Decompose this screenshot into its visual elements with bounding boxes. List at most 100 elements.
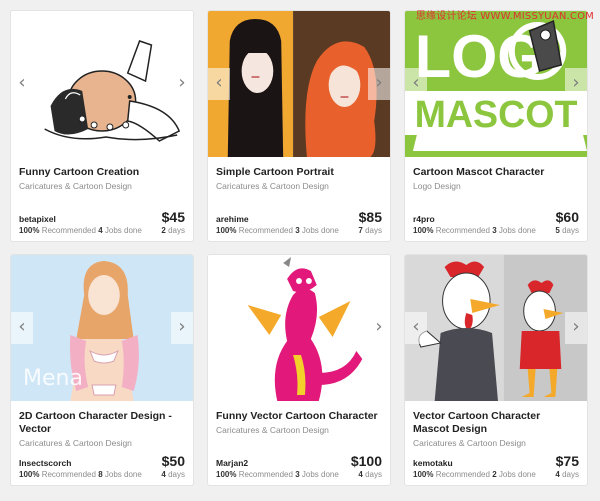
- gig-price: $50: [161, 453, 185, 469]
- seller-name[interactable]: betapixel: [19, 214, 56, 224]
- gig-card[interactable]: ‹ › Simple Cartoon Portrait Caricatures …: [207, 10, 391, 242]
- jobs-count: 2: [492, 470, 497, 479]
- rooster-mascot-illustration: [405, 255, 587, 401]
- gig-card[interactable]: › Funny Vector Cartoon Character Caricat…: [207, 254, 391, 486]
- seller-name[interactable]: arehime: [216, 214, 249, 224]
- watermark-name-text: Mena: [23, 366, 83, 391]
- gig-thumbnail[interactable]: LOG MASCOT ‹ ›: [405, 11, 587, 157]
- carousel-next-icon[interactable]: ›: [171, 312, 193, 344]
- days-count: 2: [161, 226, 166, 235]
- gig-title[interactable]: 2D Cartoon Character Design - Vector: [19, 410, 185, 436]
- days-label: days: [562, 470, 579, 479]
- gig-meta: kemotaku 100% Recommended 2 Jobs done $7…: [413, 453, 579, 479]
- jobs-count: 8: [98, 470, 103, 479]
- seller-stats: 100% Recommended 3 Jobs done: [216, 226, 339, 235]
- portrait-illustration: [208, 11, 390, 157]
- jobs-count: 3: [295, 226, 300, 235]
- gig-thumbnail[interactable]: ‹ ›: [208, 11, 390, 157]
- gig-price: $75: [555, 453, 579, 469]
- carousel-prev-icon[interactable]: ‹: [405, 312, 427, 344]
- recommended-percent: 100%: [216, 470, 237, 479]
- gig-info: Vector Cartoon Character Mascot Design C…: [405, 401, 587, 485]
- gig-title[interactable]: Funny Cartoon Creation: [19, 166, 185, 179]
- carousel-prev-icon[interactable]: ‹: [208, 68, 230, 100]
- jobs-count: 3: [295, 470, 300, 479]
- gig-title[interactable]: Funny Vector Cartoon Character: [216, 410, 382, 423]
- gig-meta: Marjan2 100% Recommended 3 Jobs done $10…: [216, 453, 382, 479]
- gig-category[interactable]: Caricatures & Cartoon Design: [19, 181, 185, 192]
- delivery-time: 4 days: [358, 470, 382, 479]
- days-count: 5: [555, 226, 560, 235]
- delivery-time: 5 days: [555, 226, 579, 235]
- days-count: 4: [555, 470, 560, 479]
- gig-meta: betapixel 100% Recommended 4 Jobs done $…: [19, 209, 185, 235]
- gig-grid: ‹ › Funny Cartoon Creation Caricatures &…: [10, 10, 588, 486]
- gig-thumbnail[interactable]: Mena ‹ ›: [11, 255, 193, 401]
- gig-category[interactable]: Caricatures & Cartoon Design: [216, 425, 382, 436]
- carousel-prev-icon[interactable]: ‹: [11, 312, 33, 344]
- recommended-label: Recommended: [41, 470, 96, 479]
- carousel-next-icon[interactable]: ›: [565, 312, 587, 344]
- days-label: days: [562, 226, 579, 235]
- jobs-count: 3: [492, 226, 497, 235]
- gig-title[interactable]: Simple Cartoon Portrait: [216, 166, 382, 179]
- gig-meta: arehime 100% Recommended 3 Jobs done $85…: [216, 209, 382, 235]
- carousel-prev-icon[interactable]: ‹: [11, 68, 33, 100]
- recommended-label: Recommended: [435, 470, 490, 479]
- gig-info: 2D Cartoon Character Design - Vector Car…: [11, 401, 193, 485]
- gig-title[interactable]: Cartoon Mascot Character: [413, 166, 579, 179]
- days-count: 4: [358, 470, 363, 479]
- jobs-label: Jobs done: [104, 226, 142, 235]
- delivery-time: 7 days: [358, 226, 382, 235]
- seller-stats: 100% Recommended 4 Jobs done: [19, 226, 142, 235]
- seller-stats: 100% Recommended 8 Jobs done: [19, 470, 142, 479]
- seller-name[interactable]: r4pro: [413, 214, 435, 224]
- recommended-percent: 100%: [19, 226, 40, 235]
- recommended-percent: 100%: [216, 226, 237, 235]
- carousel-next-icon[interactable]: ›: [565, 68, 587, 100]
- days-count: 4: [161, 470, 166, 479]
- gig-card[interactable]: Mena ‹ › 2D Cartoon Character Design - V…: [10, 254, 194, 486]
- recommended-label: Recommended: [238, 226, 293, 235]
- carousel-next-icon[interactable]: ›: [368, 68, 390, 100]
- jobs-label: Jobs done: [104, 470, 142, 479]
- gig-price: $45: [161, 209, 185, 225]
- gig-thumbnail[interactable]: ‹ ›: [405, 255, 587, 401]
- delivery-time: 4 days: [555, 470, 579, 479]
- jobs-label: Jobs done: [498, 226, 536, 235]
- logo-mascot-line1: LOG: [415, 23, 544, 90]
- gig-card[interactable]: ‹ › Vector Cartoon Character Mascot Desi…: [404, 254, 588, 486]
- gig-category[interactable]: Caricatures & Cartoon Design: [216, 181, 382, 192]
- gig-thumbnail[interactable]: ›: [208, 255, 390, 401]
- jobs-count: 4: [98, 226, 103, 235]
- gig-thumbnail[interactable]: ‹ ›: [11, 11, 193, 157]
- recommended-percent: 100%: [413, 470, 434, 479]
- recommended-percent: 100%: [413, 226, 434, 235]
- seller-name[interactable]: Marjan2: [216, 458, 248, 468]
- gig-category[interactable]: Logo Design: [413, 181, 579, 192]
- carousel-next-icon[interactable]: ›: [171, 68, 193, 100]
- seller-stats: 100% Recommended 3 Jobs done: [413, 226, 536, 235]
- days-label: days: [168, 470, 185, 479]
- delivery-time: 4 days: [161, 470, 185, 479]
- jobs-label: Jobs done: [498, 470, 536, 479]
- gig-category[interactable]: Caricatures & Cartoon Design: [19, 438, 185, 449]
- gig-category[interactable]: Caricatures & Cartoon Design: [413, 438, 579, 449]
- gig-price: $85: [358, 209, 382, 225]
- seller-name[interactable]: Insectscorch: [19, 458, 71, 468]
- gig-info: Funny Cartoon Creation Caricatures & Car…: [11, 157, 193, 241]
- gig-card[interactable]: LOG MASCOT ‹ › Cartoon Mascot Character …: [404, 10, 588, 242]
- gig-meta: Insectscorch 100% Recommended 8 Jobs don…: [19, 453, 185, 479]
- recommended-label: Recommended: [435, 226, 490, 235]
- gig-info: Funny Vector Cartoon Character Caricatur…: [208, 401, 390, 485]
- gig-card[interactable]: ‹ › Funny Cartoon Creation Caricatures &…: [10, 10, 194, 242]
- carousel-next-icon[interactable]: ›: [368, 312, 390, 344]
- gig-price: $100: [350, 453, 382, 469]
- jobs-label: Jobs done: [301, 226, 339, 235]
- logo-mascot-line2: MASCOT: [415, 94, 578, 136]
- seller-name[interactable]: kemotaku: [413, 458, 453, 468]
- carousel-prev-icon[interactable]: ‹: [405, 68, 427, 100]
- gig-price: $60: [555, 209, 579, 225]
- gig-title[interactable]: Vector Cartoon Character Mascot Design: [413, 410, 579, 436]
- seller-stats: 100% Recommended 3 Jobs done: [216, 470, 339, 479]
